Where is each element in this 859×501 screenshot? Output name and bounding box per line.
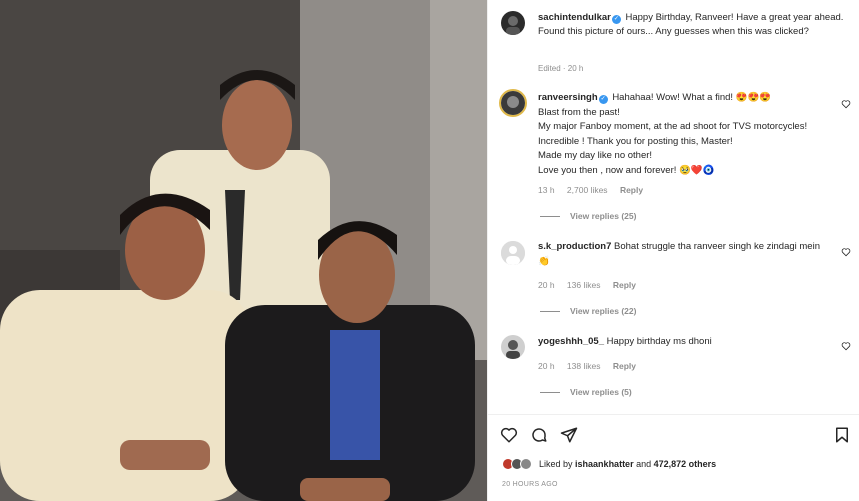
- reply-button[interactable]: Reply: [620, 185, 643, 195]
- author-avatar[interactable]: [501, 11, 525, 35]
- comment-text: Blast from the past!: [538, 106, 620, 118]
- comment-text: Hahahaa! Wow! What a find! 😍😍😍: [612, 92, 772, 103]
- comment-time: 13 h: [538, 185, 555, 195]
- divider-line: [540, 310, 560, 312]
- heart-icon[interactable]: [841, 99, 851, 109]
- comment-avatar[interactable]: [501, 335, 525, 359]
- liked-by-prefix: Liked by: [539, 459, 573, 469]
- caption-line-1: Happy Birthday, Ranveer! Have a great ye…: [625, 12, 844, 23]
- divider-line: [540, 215, 560, 217]
- verified-badge-icon: ✓: [598, 95, 608, 104]
- comment-text: Happy birthday ms dhoni: [606, 336, 712, 347]
- comment-icon[interactable]: [530, 426, 548, 444]
- comment-meta: 20 h 138 likes Reply: [538, 361, 646, 371]
- post-photo: [0, 0, 487, 501]
- likes-count[interactable]: 472,872 others: [654, 459, 717, 469]
- heart-icon[interactable]: [841, 341, 851, 351]
- comment-likes[interactable]: 138 likes: [567, 361, 601, 371]
- liked-by-conjunction: and: [636, 459, 652, 469]
- comment-likes[interactable]: 136 likes: [567, 280, 601, 290]
- reply-button[interactable]: Reply: [613, 280, 636, 290]
- likes-summary: Liked by ishaankhatter and 472,872 other…: [502, 458, 716, 470]
- view-replies-button[interactable]: View replies (25): [540, 211, 636, 221]
- comment-time: 20 h: [538, 280, 555, 290]
- heart-icon[interactable]: [500, 426, 518, 444]
- comment-username[interactable]: yogeshhh_05_: [538, 336, 604, 347]
- heart-icon[interactable]: [841, 247, 851, 257]
- view-replies-label: View replies (25): [570, 211, 637, 221]
- actions-divider: [488, 414, 859, 415]
- comment-1: ranveersingh ✓ Hahahaa! Wow! What a find!…: [538, 91, 828, 178]
- view-replies-label: View replies (22): [570, 306, 637, 316]
- comments-panel: sachintendulkar ✓ Happy Birthday, Ranveer…: [487, 0, 859, 501]
- post-timestamp: 20 HOURS AGO: [502, 481, 558, 488]
- share-icon[interactable]: [560, 426, 578, 444]
- view-replies-button[interactable]: View replies (5): [540, 387, 632, 397]
- verified-badge-icon: ✓: [611, 15, 621, 24]
- author-username[interactable]: sachintendulkar: [538, 12, 611, 23]
- comment-text: My major Fanboy moment, at the ad shoot …: [538, 121, 808, 147]
- view-replies-button[interactable]: View replies (22): [540, 306, 636, 316]
- comment-meta: 20 h 136 likes Reply: [538, 280, 646, 290]
- reply-button[interactable]: Reply: [613, 361, 636, 371]
- comment-3: yogeshhh_05_ Happy birthday ms dhoni: [538, 335, 828, 350]
- divider-line: [540, 391, 560, 393]
- caption-line-2: Found this picture of ours... Any guesse…: [538, 25, 809, 37]
- comment-2: s.k_production7 Bohat struggle tha ranve…: [538, 240, 828, 269]
- comment-avatar[interactable]: [501, 241, 525, 265]
- liker-avatar: [520, 458, 532, 470]
- comment-username[interactable]: ranveersingh: [538, 92, 598, 103]
- comment-likes[interactable]: 2,700 likes: [567, 185, 608, 195]
- comment-text: Made my day like no other!: [538, 150, 653, 161]
- comment-text: Love you then , now and forever! 🥹❤️🧿: [538, 164, 715, 176]
- liker-avatars: [502, 458, 532, 470]
- liked-by-user[interactable]: ishaankhatter: [575, 459, 634, 469]
- action-bar: [500, 426, 578, 444]
- comment-avatar[interactable]: [499, 89, 527, 117]
- bookmark-icon[interactable]: [833, 426, 851, 444]
- view-replies-label: View replies (5): [570, 387, 632, 397]
- post-caption: sachintendulkar ✓ Happy Birthday, Ranveer…: [538, 11, 850, 38]
- caption-edited: Edited · 20 h: [538, 64, 584, 73]
- comment-meta: 13 h 2,700 likes Reply: [538, 185, 653, 195]
- comment-time: 20 h: [538, 361, 555, 371]
- comment-username[interactable]: s.k_production7: [538, 241, 611, 252]
